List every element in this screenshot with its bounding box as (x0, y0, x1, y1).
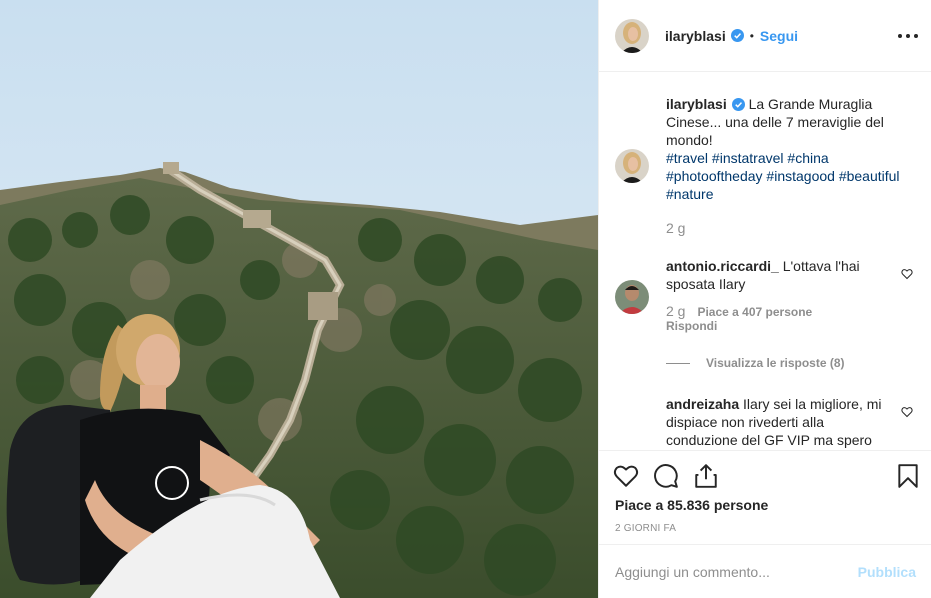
separator-dot: • (749, 28, 754, 43)
post-photo[interactable] (0, 0, 598, 598)
publish-button[interactable]: Pubblica (858, 564, 916, 580)
post-actions: Piace a 85.836 persone 2 GIORNI FA (599, 450, 931, 544)
hashtag-link[interactable]: #instagood (766, 168, 835, 184)
comment-avatar[interactable] (615, 280, 649, 314)
follow-button[interactable]: Segui (760, 28, 798, 44)
post-date: 2 GIORNI FA (615, 523, 677, 534)
view-replies-label: Visualizza le risposte (8) (706, 356, 845, 370)
caption-avatar[interactable] (615, 149, 649, 183)
likes-count[interactable]: Piace a 85.836 persone (615, 497, 768, 513)
hashtag-link[interactable]: #beautiful (839, 168, 900, 184)
comment-username[interactable]: andreizaha (666, 396, 739, 412)
heart-icon[interactable] (613, 463, 639, 489)
share-icon[interactable] (693, 463, 719, 489)
hashtag-link[interactable]: #china (787, 150, 828, 166)
comment-body: antonio.riccardi_ L'ottava l'hai sposata… (666, 257, 886, 293)
small-heart-icon[interactable] (901, 406, 913, 418)
comment-time: 2 g (666, 303, 686, 319)
header-avatar[interactable] (615, 18, 649, 53)
photo-great-wall (0, 0, 598, 598)
comment-likes[interactable]: Piace a 407 persone (697, 305, 812, 319)
comments-list[interactable]: ilaryblasi La Grande Muraglia Cinese... … (599, 73, 931, 450)
reply-button[interactable]: Rispondi (666, 319, 915, 333)
small-heart-icon[interactable] (901, 268, 913, 280)
comment-input[interactable] (615, 563, 858, 580)
header-username[interactable]: ilaryblasi (665, 28, 726, 44)
comment-icon[interactable] (653, 463, 679, 489)
verified-badge-icon (731, 98, 745, 111)
more-options-icon[interactable] (898, 26, 918, 46)
view-replies-button[interactable]: Visualizza le risposte (8) (666, 356, 845, 370)
hashtag-link[interactable]: #photooftheday (666, 168, 763, 184)
comment-username[interactable]: antonio.riccardi_ (666, 258, 779, 274)
comment-item: antonio.riccardi_ L'ottava l'hai sposata… (615, 257, 915, 333)
comment-body: andreizaha Ilary sei la migliore, mi dis… (666, 395, 886, 449)
hashtag-link[interactable]: #travel (666, 150, 708, 166)
replies-divider-line (666, 362, 690, 364)
post-side-panel: ilaryblasi • Segui ilaryblasi La Grande … (598, 0, 931, 598)
caption-hashtags: #travel #instatravel #china #photoofthed… (666, 149, 915, 203)
bookmark-icon[interactable] (895, 463, 921, 489)
caption-username[interactable]: ilaryblasi (666, 96, 727, 112)
comment-meta: 2 g Piace a 407 persone (666, 303, 915, 319)
comment-item: andreizaha Ilary sei la migliore, mi dis… (615, 395, 915, 449)
post-header: ilaryblasi • Segui (599, 0, 931, 72)
caption-time: 2 g (666, 220, 686, 236)
post-caption: ilaryblasi La Grande Muraglia Cinese... … (615, 95, 915, 236)
hashtag-link[interactable]: #instatravel (712, 150, 784, 166)
hashtag-link[interactable]: #nature (666, 186, 713, 202)
add-comment-bar: Pubblica (599, 544, 931, 598)
caption-body: ilaryblasi La Grande Muraglia Cinese... … (666, 95, 915, 203)
verified-badge-icon (730, 29, 744, 42)
